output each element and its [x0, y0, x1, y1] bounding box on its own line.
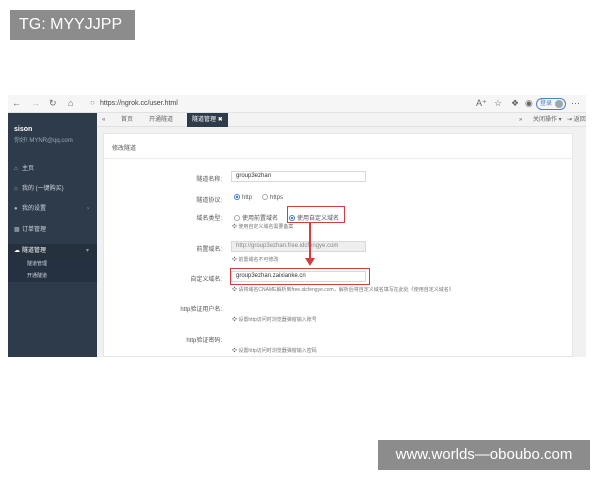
custom-domain-help: ❖ 请将域名CNAME解析到free.idcfengye.com，解析后将自定义…	[232, 287, 454, 293]
annotation-arrow-head	[305, 258, 315, 266]
info-icon: ❖	[232, 257, 238, 263]
main-content: 修改隧道 隧道名称: group3ezhan 隧道协议: http https …	[97, 127, 586, 357]
cart-icon: ▩	[14, 227, 20, 233]
watermark-top-left: TG: MYYJJPP	[10, 10, 135, 40]
close-icon[interactable]: ✖	[218, 117, 223, 123]
info-icon: ❖	[232, 317, 238, 323]
tunnel-protocol-label: 隧道协议:	[196, 198, 222, 204]
edit-tunnel-panel: 修改隧道 隧道名称: group3ezhan 隧道协议: http https …	[103, 133, 574, 357]
highlight-box-custom-domain	[230, 268, 370, 285]
url-field[interactable]: https://ngrok.cc/user.html	[100, 100, 178, 107]
tab-tunnel-manage[interactable]: 隧道管理 ✖	[187, 113, 228, 127]
more-icon[interactable]: ⋯	[571, 98, 580, 109]
tunnel-name-input[interactable]: group3ezhan	[231, 171, 366, 182]
info-icon: ❖	[232, 348, 238, 354]
read-aloud-icon[interactable]: A⁺	[476, 98, 487, 109]
http-auth-pass-help: ❖ 设置http访问时浏览器弹窗输入密码	[232, 348, 317, 354]
prefix-domain-input: http://group3ezhan.free.idcfengye.com	[231, 241, 366, 252]
http-auth-pass-label: http验证密码:	[186, 338, 222, 344]
sidebar: sison 你好! MYNR@qq.com ⌂ 主页 ⌂ 我的 (一键购买) ● 我的…	[8, 113, 97, 357]
close-ops-menu[interactable]: 关闭操作 ▾	[533, 113, 562, 127]
back-icon[interactable]: ←	[12, 98, 21, 109]
collections-icon[interactable]: ❖	[511, 98, 519, 109]
watermark-bottom-right: www.worlds—oboubo.com	[378, 440, 590, 470]
prefix-domain-label: 前置域名:	[196, 247, 222, 253]
custom-domain-label: 自定义域名:	[190, 277, 222, 283]
tunnel-name-label: 隧道名称:	[196, 177, 222, 183]
lock-icon: ○	[90, 98, 95, 107]
user-icon: ●	[14, 206, 18, 212]
highlight-box-domain-type	[287, 206, 345, 223]
divider	[104, 158, 574, 159]
user-mail: 你好! MYNR@qq.com	[14, 138, 73, 144]
favorite-icon[interactable]: ☆	[494, 98, 502, 109]
home-icon: ⌂	[14, 186, 18, 192]
back-tab-button[interactable]: ⇥ 返回	[567, 113, 586, 127]
forward-icon[interactable]: →	[31, 98, 40, 109]
protocol-https-radio[interactable]: https	[262, 194, 283, 201]
address-bar: ← → ↻ ⌂ ○ https://ngrok.cc/user.html A⁺ …	[8, 95, 586, 113]
sidebar-item-settings[interactable]: ● 我的设置 ›	[8, 202, 97, 216]
avatar	[555, 100, 563, 108]
sidebar-item-orders[interactable]: ▩ 订单管理	[8, 223, 97, 237]
info-icon: ❖	[232, 287, 238, 293]
user-name: sison	[14, 126, 33, 133]
home-icon: ⌂	[14, 166, 18, 172]
cloud-icon: ☁	[14, 248, 20, 254]
sidebar-subitem-manage[interactable]: 隧道管理	[8, 258, 97, 270]
sidebar-subitem-open[interactable]: 开通隧道	[8, 270, 97, 282]
domain-type-prefix-radio[interactable]: 使用前置域名	[234, 213, 278, 222]
chevron-down-icon: ▾	[85, 248, 89, 254]
extensions-icon[interactable]: ◉	[525, 98, 533, 109]
tab-home[interactable]: 首页	[121, 113, 133, 127]
http-auth-user-label: http验证用户名:	[180, 307, 222, 313]
sidebar-item-tunnels[interactable]: ☁ 隧道管理 ▾	[8, 244, 97, 258]
http-auth-user-help: ❖ 设置http访问时浏览器弹窗输入账号	[232, 317, 317, 323]
sidebar-item-purchase[interactable]: ⌂ 我的 (一键购买)	[8, 182, 97, 196]
login-button[interactable]: 登录	[536, 98, 566, 110]
chevron-right-icon: ›	[87, 206, 89, 212]
info-icon: ❖	[232, 224, 238, 230]
panel-title: 修改隧道	[112, 146, 137, 152]
sidebar-item-home[interactable]: ⌂ 主页	[8, 162, 97, 176]
tab-bar: « 首页 开通隧道 隧道管理 ✖ » 关闭操作 ▾ ⇥ 返回	[97, 113, 586, 127]
tabs-left-arrow-icon[interactable]: «	[102, 113, 105, 127]
tab-open-tunnel[interactable]: 开通隧道	[149, 113, 173, 127]
domain-type-label: 域名类型:	[196, 216, 222, 222]
protocol-http-radio[interactable]: http	[234, 194, 252, 201]
tabs-right-arrow-icon[interactable]: »	[519, 113, 522, 127]
sidebar-user: sison 你好! MYNR@qq.com	[14, 126, 73, 144]
prefix-domain-help: ❖ 前置域名不可修改	[232, 257, 279, 263]
annotation-arrow	[309, 223, 311, 259]
domain-type-help: ❖ 使用自定义域名需要备案	[232, 224, 294, 230]
home-icon[interactable]: ⌂	[68, 98, 73, 109]
reload-icon[interactable]: ↻	[49, 98, 57, 109]
browser-window: ← → ↻ ⌂ ○ https://ngrok.cc/user.html A⁺ …	[8, 95, 586, 357]
